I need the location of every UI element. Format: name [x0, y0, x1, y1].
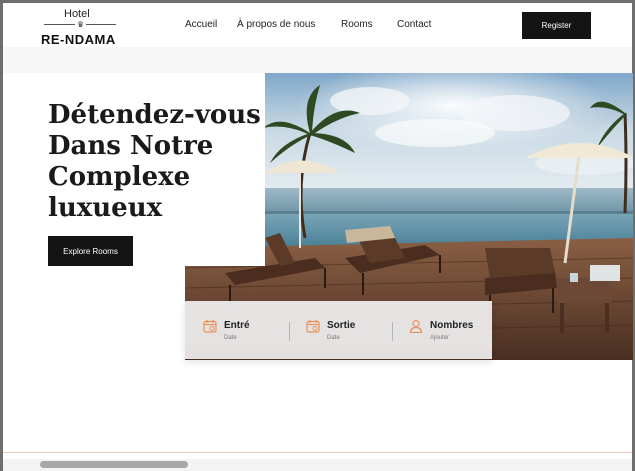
logo-hotel-text: Hotel	[64, 8, 90, 20]
guests-label: Nombres	[430, 320, 474, 331]
hero-title-line: Complexe	[48, 162, 191, 192]
checkout-sub: Date	[327, 335, 340, 341]
crown-icon: ♛	[75, 20, 87, 29]
logo-name: RE-NDAMA	[41, 32, 116, 47]
nav-link-a-propos[interactable]: À propos de nous	[237, 19, 315, 30]
hero-title-line: Détendez-vous	[48, 100, 261, 130]
booking-guests[interactable]: Nombres Ajouter	[409, 319, 489, 345]
booking-divider	[289, 322, 290, 341]
checkout-label: Sortie	[327, 320, 356, 331]
nav-link-rooms[interactable]: Rooms	[341, 19, 373, 30]
checkin-label: Entré	[224, 320, 250, 331]
calendar-icon	[203, 320, 217, 333]
booking-divider	[392, 322, 393, 341]
page-band	[3, 45, 632, 73]
booking-bar: Entré Date Sortie Date Nombres Ajouter	[185, 301, 492, 359]
nav-link-contact[interactable]: Contact	[397, 19, 431, 30]
nav-link-accueil[interactable]: Accueil	[185, 19, 217, 30]
register-button[interactable]: Register	[522, 12, 591, 39]
guests-sub: Ajouter	[430, 335, 450, 341]
user-icon	[409, 319, 423, 333]
hero-title-line: Dans Notre	[48, 131, 214, 161]
booking-checkout[interactable]: Sortie Date	[306, 319, 386, 345]
calendar-icon	[306, 320, 320, 333]
hero-title: Détendez-vous Dans Notre Complexe luxueu…	[48, 100, 263, 224]
booking-checkin[interactable]: Entré Date	[203, 319, 283, 345]
section-divider	[3, 452, 632, 453]
explore-rooms-button[interactable]: Explore Rooms	[48, 236, 133, 266]
hero-title-line: luxueux	[48, 193, 163, 223]
scrollbar-thumb[interactable]	[40, 461, 188, 468]
checkin-sub: Date	[224, 335, 237, 341]
